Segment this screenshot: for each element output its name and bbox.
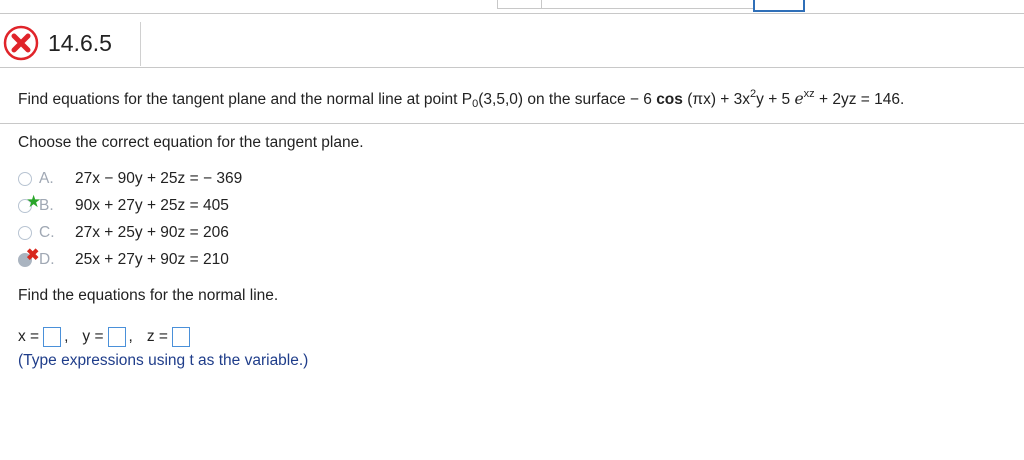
x-label: x =	[18, 328, 40, 345]
header-divider	[140, 22, 141, 66]
y-input[interactable]	[107, 327, 126, 347]
choice-text: 25x + 27y + 90z = 210	[75, 250, 229, 268]
choice-letter: D.	[39, 250, 55, 268]
choice-d[interactable]: ✖ D. 25x + 27y + 90z = 210	[18, 246, 242, 273]
choice-c[interactable]: C. 27x + 25y + 90z = 206	[18, 219, 242, 246]
choice-text: 90x + 27y + 25z = 405	[75, 196, 229, 214]
z-input[interactable]	[171, 327, 190, 347]
choice-text: 27x − 90y + 25z = − 369	[75, 169, 243, 187]
choice-a[interactable]: A. 27x − 90y + 25z = − 369	[18, 165, 242, 192]
x-input[interactable]	[43, 327, 62, 347]
choice-text: 27x + 25y + 90z = 206	[75, 223, 229, 241]
top-divider	[0, 13, 1024, 14]
toolbar-tab-1[interactable]	[497, 0, 543, 9]
correct-star-icon: ★	[26, 192, 42, 211]
radio-a[interactable]	[18, 171, 32, 186]
problem-text: Find equations for the tangent plane and…	[18, 91, 473, 108]
question-header: 14.6.5	[3, 24, 112, 62]
radio-c[interactable]	[18, 225, 32, 240]
incorrect-x-icon	[3, 25, 39, 61]
choice-letter: B.	[39, 196, 54, 214]
choice-letter: C.	[39, 223, 55, 241]
comma: ,	[128, 328, 133, 345]
cos-function: cos	[656, 91, 683, 108]
normal-line-prompt: Find the equations for the normal line.	[18, 287, 279, 304]
input-hint: (Type expressions using t as the variabl…	[18, 352, 309, 369]
exponent-xz: xz	[803, 88, 815, 100]
equation-term: (πx) + 3x	[682, 91, 751, 108]
y-label: y =	[82, 328, 104, 345]
toolbar-tab-2[interactable]	[541, 0, 755, 9]
choice-letter: A.	[39, 169, 54, 187]
incorrect-cross-icon: ✖	[26, 247, 40, 264]
equation-term-2: y + 5	[756, 91, 795, 108]
header-separator	[0, 67, 1024, 68]
problem-statement: Find equations for the tangent plane and…	[18, 88, 904, 110]
tangent-plane-prompt: Choose the correct equation for the tang…	[18, 134, 364, 151]
choice-b[interactable]: ★ B. 90x + 27y + 25z = 405	[18, 192, 242, 219]
normal-line-answer-row: x = , y = , z =	[18, 325, 193, 349]
euler-e: e	[794, 90, 804, 108]
equation-rhs: + 2yz = 146.	[814, 91, 905, 108]
z-label: z =	[146, 328, 168, 345]
comma: ,	[64, 328, 69, 345]
point-coordinates: (3,5,0) on the surface − 6	[478, 91, 657, 108]
problem-separator	[0, 123, 1024, 124]
toolbar-tab-active[interactable]	[753, 0, 805, 12]
question-number: 14.6.5	[48, 29, 112, 56]
choice-list: A. 27x − 90y + 25z = − 369 ★ B. 90x + 27…	[18, 165, 242, 273]
